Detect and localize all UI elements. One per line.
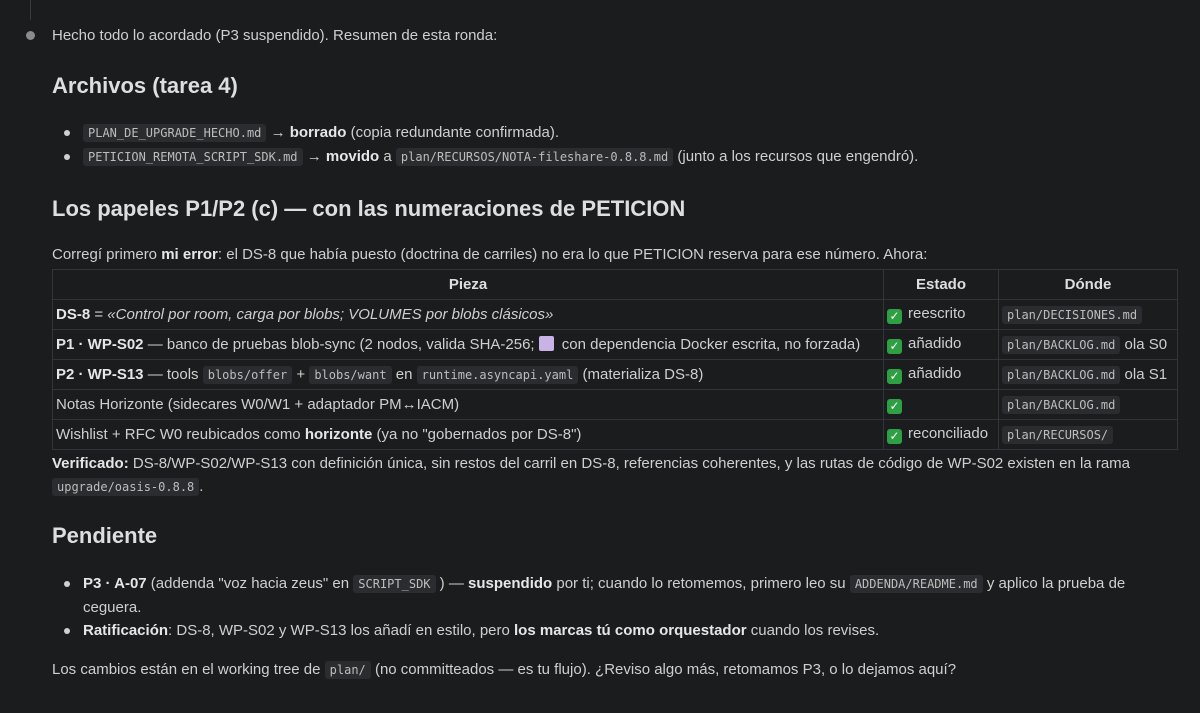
path-code: plan/RECURSOS/NOTA-fileshare-0.8.8.md: [395, 148, 674, 166]
pendiente-list: P3 · A-07 (addenda "voz hacia zeus" en S…: [52, 572, 1177, 642]
table-row: P1 · WP-S02 — banco de pruebas blob-sync…: [52, 329, 1178, 360]
papeles-table: Pieza Estado Dónde DS-8 = «Control por r…: [52, 269, 1178, 450]
purple-square-icon: [538, 336, 554, 351]
check-icon: ✓: [887, 309, 902, 324]
table-row: DS-8 = «Control por room, carga por blob…: [52, 299, 1178, 330]
table-row: Wishlist + RFC W0 reubicados como horizo…: [52, 419, 1178, 450]
message-bullet-icon: [26, 31, 35, 40]
list-item: PLAN_DE_UPGRADE_HECHO.md → borrado (copi…: [52, 121, 1177, 145]
check-icon: ✓: [887, 429, 902, 444]
col-header-pieza: Pieza: [52, 269, 884, 300]
col-header-donde: Dónde: [998, 269, 1178, 300]
action-label: movido: [325, 148, 380, 165]
verified-text: Verificado: DS-8/WP-S02/WP-S13 con defin…: [52, 455, 1130, 496]
thread-rail: [30, 0, 31, 20]
table-header-row: Pieza Estado Dónde: [52, 269, 1178, 300]
table-row: Notas Horizonte (sidecares W0/W1 + adapt…: [52, 389, 1178, 420]
list-item: PETICION_REMOTA_SCRIPT_SDK.md → movido a…: [52, 145, 1177, 169]
file-code: PETICION_REMOTA_SCRIPT_SDK.md: [83, 148, 303, 166]
papeles-intro: Corregí primero mi error: el DS-8 que ha…: [52, 246, 928, 263]
list-item: P3 · A-07 (addenda "voz hacia zeus" en S…: [52, 572, 1177, 619]
list-item: Ratificación: DS-8, WP-S02 y WP-S13 los …: [52, 619, 1177, 642]
archivos-list: PLAN_DE_UPGRADE_HECHO.md → borrado (copi…: [52, 121, 1177, 169]
closing-text: Los cambios están en el working tree de …: [52, 661, 957, 679]
check-icon: ✓: [887, 399, 902, 414]
table-row: P2 · WP-S13 — tools blobs/offer + blobs/…: [52, 359, 1178, 390]
action-label: borrado: [289, 124, 347, 141]
col-header-estado: Estado: [883, 269, 999, 300]
intro-text: Hecho todo lo acordado (P3 suspendido). …: [52, 27, 498, 44]
heading-archivos: Archivos (tarea 4): [52, 73, 238, 98]
heading-papeles: Los papeles P1/P2 (c) — con las numeraci…: [52, 196, 686, 221]
file-code: PLAN_DE_UPGRADE_HECHO.md: [83, 124, 267, 142]
heading-pendiente: Pendiente: [52, 523, 158, 548]
check-icon: ✓: [887, 369, 902, 384]
check-icon: ✓: [887, 339, 902, 354]
